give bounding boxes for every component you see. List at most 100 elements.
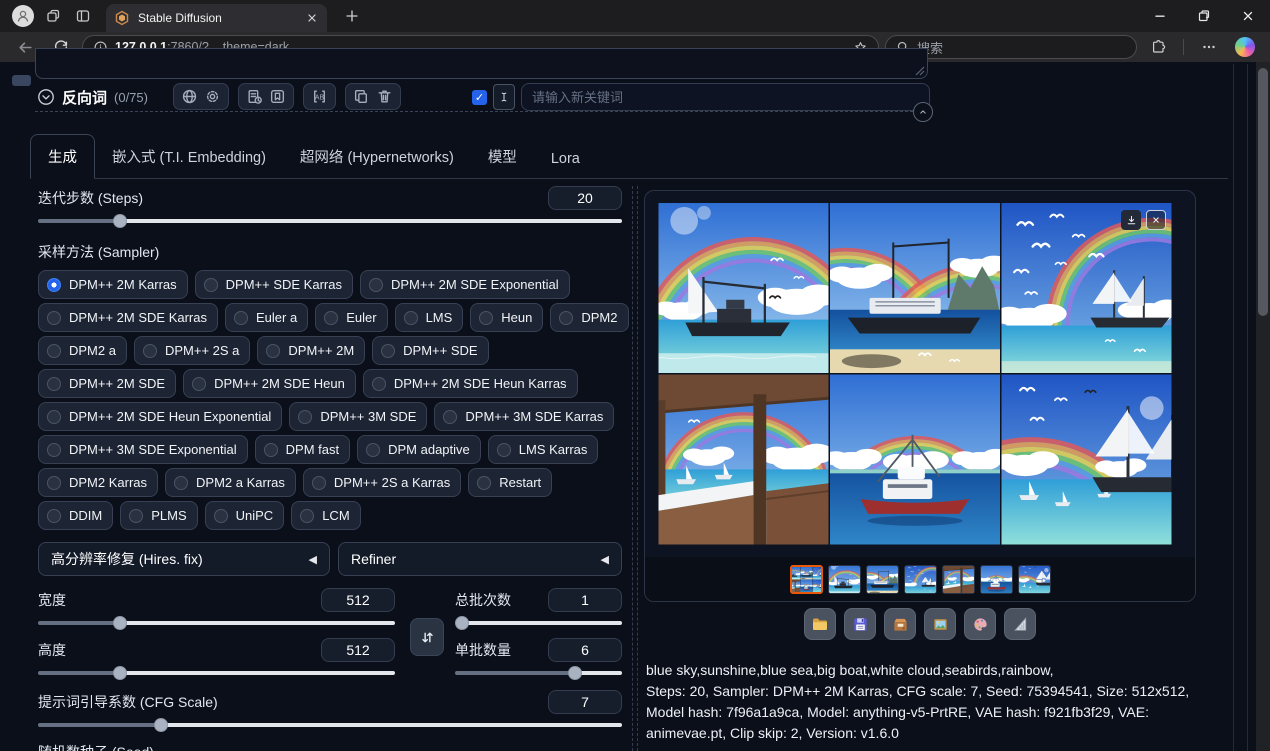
sampler-option[interactable]: DPM++ 3M SDE bbox=[289, 402, 427, 431]
cfg-scale-slider[interactable] bbox=[38, 718, 622, 732]
sampler-option[interactable]: DPM2 bbox=[550, 303, 628, 332]
main-tab-3[interactable]: 模型 bbox=[471, 135, 534, 178]
sampler-option[interactable]: DPM++ 2S a bbox=[134, 336, 250, 365]
sampler-option[interactable]: DDIM bbox=[38, 501, 113, 530]
text-cursor-button[interactable] bbox=[493, 84, 515, 110]
new-tab-button[interactable] bbox=[337, 3, 367, 29]
sampler-option[interactable]: Euler bbox=[315, 303, 387, 332]
gallery-thumbnail-5[interactable] bbox=[980, 565, 1013, 594]
open-folder-button[interactable] bbox=[804, 608, 836, 640]
copilot-button[interactable] bbox=[1230, 34, 1260, 60]
new-keyword-input[interactable] bbox=[521, 83, 930, 111]
trash-icon[interactable] bbox=[376, 88, 393, 105]
gear-icon[interactable] bbox=[204, 88, 221, 105]
sampler-option[interactable]: Euler a bbox=[225, 303, 308, 332]
gallery-thumbnail-4[interactable] bbox=[942, 565, 975, 594]
width-input[interactable]: 512 bbox=[321, 588, 395, 612]
browser-tab[interactable]: Stable Diffusion bbox=[106, 4, 327, 32]
main-tab-1[interactable]: 嵌入式 (T.I. Embedding) bbox=[95, 135, 283, 178]
sampler-option[interactable]: DPM2 a Karras bbox=[165, 468, 296, 497]
close-button[interactable] bbox=[1226, 0, 1270, 32]
page-scroll-gutter[interactable] bbox=[1233, 64, 1248, 751]
width-slider[interactable] bbox=[38, 616, 395, 630]
download-image-button[interactable] bbox=[1121, 210, 1141, 230]
send-to-extras-button[interactable] bbox=[1004, 608, 1036, 640]
profile-button[interactable] bbox=[8, 3, 38, 29]
sampler-option[interactable]: DPM++ 2S a Karras bbox=[303, 468, 461, 497]
collapse-panel-button[interactable] bbox=[913, 102, 933, 122]
save-image-button[interactable] bbox=[844, 608, 876, 640]
main-tab-0[interactable]: 生成 bbox=[30, 134, 95, 179]
globe-icon[interactable] bbox=[181, 88, 198, 105]
send-to-img2img-button[interactable] bbox=[924, 608, 956, 640]
steps-slider[interactable] bbox=[38, 214, 622, 228]
main-tab-2[interactable]: 超网络 (Hypernetworks) bbox=[283, 135, 471, 178]
sampler-option[interactable]: DPM++ 2M SDE Exponential bbox=[360, 270, 570, 299]
tab-close-icon[interactable] bbox=[305, 11, 319, 25]
sampler-option[interactable]: DPM2 Karras bbox=[38, 468, 158, 497]
copy-icon[interactable] bbox=[353, 88, 370, 105]
extensions-button[interactable] bbox=[1143, 34, 1173, 60]
sampler-option[interactable]: DPM++ 2M SDE Heun Karras bbox=[363, 369, 578, 398]
sampler-option[interactable]: Restart bbox=[468, 468, 552, 497]
sampler-option[interactable]: DPM2 a bbox=[38, 336, 127, 365]
sampler-option[interactable]: DPM++ 3M SDE Karras bbox=[434, 402, 614, 431]
height-slider[interactable] bbox=[38, 666, 395, 680]
browser-menu-button[interactable] bbox=[1194, 34, 1224, 60]
send-to-inpaint-button[interactable] bbox=[964, 608, 996, 640]
sampler-option[interactable]: DPM++ 2M Karras bbox=[38, 270, 188, 299]
sampler-option[interactable]: DPM fast bbox=[255, 435, 350, 464]
main-tab-4[interactable]: Lora bbox=[534, 140, 597, 178]
sampler-option[interactable]: DPM++ SDE bbox=[372, 336, 488, 365]
save-zip-button[interactable] bbox=[884, 608, 916, 640]
translate-ab-icon[interactable]: AB bbox=[311, 88, 328, 105]
batch-size-slider[interactable] bbox=[455, 666, 622, 680]
sampler-option[interactable]: DPM++ SDE Karras bbox=[195, 270, 353, 299]
sampler-option[interactable]: DPM++ 2M SDE Heun Exponential bbox=[38, 402, 282, 431]
batch-size-input[interactable]: 6 bbox=[548, 638, 622, 662]
gallery-thumbnail-0[interactable] bbox=[790, 565, 823, 594]
cfg-scale-input[interactable]: 7 bbox=[548, 690, 622, 714]
sampler-option[interactable]: Heun bbox=[470, 303, 543, 332]
favorites-bookmark-icon[interactable] bbox=[269, 88, 286, 105]
sampler-option[interactable]: DPM++ 2M SDE Heun bbox=[183, 369, 356, 398]
collapse-circle-down-icon[interactable] bbox=[37, 88, 55, 106]
gallery-thumbnail-1[interactable] bbox=[828, 565, 861, 594]
workspaces-button[interactable] bbox=[38, 3, 68, 29]
gallery-thumbnail-3[interactable] bbox=[904, 565, 937, 594]
steps-slider-knob[interactable] bbox=[113, 214, 127, 228]
steps-input[interactable]: 20 bbox=[548, 186, 622, 210]
restore-button[interactable] bbox=[1182, 0, 1226, 32]
panel-divider bbox=[632, 186, 633, 751]
batch-count-slider[interactable] bbox=[455, 616, 622, 630]
sampler-option[interactable]: DPM adaptive bbox=[357, 435, 481, 464]
sampler-option[interactable]: PLMS bbox=[120, 501, 197, 530]
prompt-history-icon[interactable] bbox=[246, 88, 263, 105]
minimize-button[interactable] bbox=[1138, 0, 1182, 32]
browser-scrollbar[interactable] bbox=[1256, 62, 1270, 751]
sampler-option[interactable]: DPM++ 2M bbox=[257, 336, 365, 365]
gallery-thumbnail-2[interactable] bbox=[866, 565, 899, 594]
sampler-option[interactable]: LMS Karras bbox=[488, 435, 599, 464]
sampler-option[interactable]: UniPC bbox=[205, 501, 285, 530]
sampler-option[interactable]: LCM bbox=[291, 501, 360, 530]
gallery-image-area[interactable] bbox=[657, 203, 1173, 545]
hires-fix-accordion[interactable]: 高分辨率修复 (Hires. fix) ◀ bbox=[38, 542, 330, 576]
batch-count-input[interactable]: 1 bbox=[548, 588, 622, 612]
sampler-option[interactable]: LMS bbox=[395, 303, 464, 332]
gallery-thumbnail-6[interactable] bbox=[1018, 565, 1051, 594]
vertical-tabs-button[interactable] bbox=[68, 3, 98, 29]
refiner-accordion[interactable]: Refiner ◀ bbox=[338, 542, 622, 576]
sampler-option[interactable]: DPM++ 2M SDE bbox=[38, 369, 176, 398]
swap-dimensions-button[interactable] bbox=[410, 618, 444, 656]
prompt-textarea[interactable] bbox=[35, 48, 928, 79]
resize-grip-icon[interactable] bbox=[915, 66, 925, 76]
keyword-checkbox[interactable]: ✓ bbox=[472, 90, 487, 105]
scrollbar-thumb[interactable] bbox=[1258, 68, 1268, 316]
height-input[interactable]: 512 bbox=[321, 638, 395, 662]
sampler-option[interactable]: DPM++ 3M SDE Exponential bbox=[38, 435, 248, 464]
sampler-option[interactable]: DPM++ 2M SDE Karras bbox=[38, 303, 218, 332]
close-gallery-button[interactable] bbox=[1146, 210, 1166, 230]
generated-image-grid[interactable] bbox=[657, 203, 1173, 545]
ibeam-icon bbox=[498, 89, 510, 105]
